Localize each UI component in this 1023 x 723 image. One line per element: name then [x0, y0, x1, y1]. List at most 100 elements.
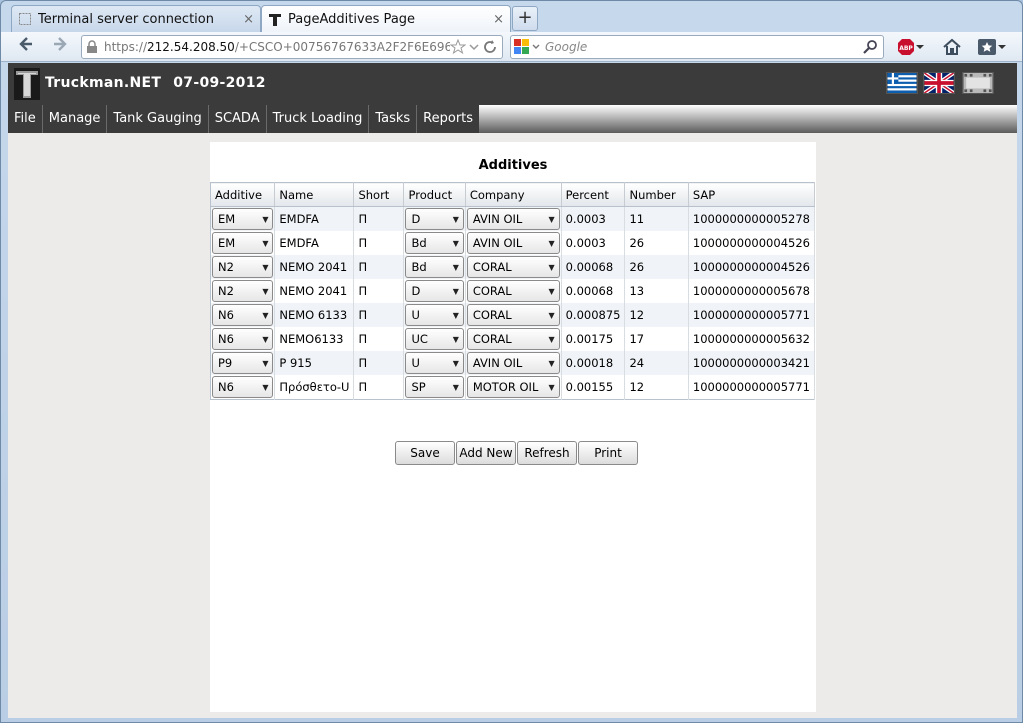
number-cell[interactable]: 26	[624, 255, 689, 279]
name-cell[interactable]: EMDFA	[274, 231, 355, 255]
sap-cell[interactable]: 1000000000005278	[688, 206, 816, 231]
table-row[interactable]: N2 ▼ NEMO 2041 Π Bd ▼ CORAL ▼ 0.00068 26 10…	[210, 255, 816, 279]
dropdown-arrow-icon[interactable]	[468, 41, 480, 53]
name-cell[interactable]: NEMO 2041	[274, 255, 355, 279]
product-combobox[interactable]: U ▼	[405, 352, 464, 374]
menu-truck-loading[interactable]: Truck Loading	[267, 105, 370, 133]
short-cell[interactable]: Π	[353, 375, 405, 400]
name-cell[interactable]: NEMO 6133	[274, 303, 355, 327]
column-header-name[interactable]: Name	[274, 182, 355, 207]
percent-cell[interactable]: 0.000875	[561, 303, 626, 327]
google-search-engine-icon[interactable]	[513, 38, 541, 56]
percent-cell[interactable]: 0.00175	[561, 327, 626, 351]
additive-combobox[interactable]: EM ▼	[212, 208, 274, 230]
tab-close-icon[interactable]: ×	[493, 12, 504, 27]
additive-combobox[interactable]: N6 ▼	[212, 328, 274, 350]
forward-button[interactable]	[49, 36, 71, 58]
url-bar[interactable]: https://212.54.208.50/+CSCO+00756767633A…	[81, 35, 503, 59]
bookmark-star-icon[interactable]	[450, 39, 466, 55]
number-cell[interactable]: 11	[624, 206, 689, 231]
name-cell[interactable]: NEMO6133	[274, 327, 355, 351]
additive-combobox[interactable]: N2 ▼	[212, 280, 274, 302]
percent-cell[interactable]: 0.00068	[561, 279, 626, 303]
menu-tank-gauging[interactable]: Tank Gauging	[107, 105, 209, 133]
product-combobox[interactable]: SP ▼	[405, 376, 464, 398]
menu-reports[interactable]: Reports	[417, 105, 479, 133]
url-text[interactable]: https://212.54.208.50/+CSCO+00756767633A…	[98, 40, 450, 54]
percent-cell[interactable]: 0.00018	[561, 351, 626, 375]
back-button[interactable]	[15, 36, 37, 58]
name-cell[interactable]: Πρόσθετο-U	[274, 375, 355, 400]
tab-close-icon[interactable]: ×	[243, 12, 254, 27]
column-header-additive[interactable]: Additive	[210, 182, 276, 207]
search-bar[interactable]: Google	[510, 35, 884, 59]
table-row[interactable]: N2 ▼ NEMO 2041 Π D ▼ CORAL ▼ 0.00068 13 100…	[210, 279, 816, 303]
table-row[interactable]: N6 ▼ NEMO6133 Π UC ▼ CORAL ▼ 0.00175 17 100…	[210, 327, 816, 351]
number-cell[interactable]: 17	[624, 327, 689, 351]
additive-combobox[interactable]: N2 ▼	[212, 256, 274, 278]
percent-cell[interactable]: 0.00068	[561, 255, 626, 279]
greek-flag-icon[interactable]	[886, 72, 918, 94]
company-combobox[interactable]: AVIN OIL ▼	[466, 232, 560, 254]
product-combobox[interactable]: Bd ▼	[405, 232, 464, 254]
table-row[interactable]: N6 ▼ NEMO 6133 Π U ▼ CORAL ▼ 0.000875 12 10…	[210, 303, 816, 327]
tab-page-additives[interactable]: PageAdditives Page ×	[261, 5, 511, 33]
number-cell[interactable]: 13	[624, 279, 689, 303]
sap-cell[interactable]: 1000000000005678	[688, 279, 816, 303]
company-combobox[interactable]: AVIN OIL ▼	[466, 208, 560, 230]
column-header-sap[interactable]: SAP	[688, 182, 816, 207]
short-cell[interactable]: Π	[353, 231, 405, 255]
company-combobox[interactable]: CORAL ▼	[466, 256, 560, 278]
additive-combobox[interactable]: EM ▼	[212, 232, 274, 254]
short-cell[interactable]: Π	[353, 206, 405, 231]
product-combobox[interactable]: D ▼	[405, 208, 464, 230]
percent-cell[interactable]: 0.00155	[561, 375, 626, 400]
add-new-button[interactable]: Add New	[456, 441, 516, 465]
save-button[interactable]: Save	[395, 441, 455, 465]
table-row[interactable]: EM ▼ EMDFA Π Bd ▼ AVIN OIL ▼ 0.0003 26 1000…	[210, 231, 816, 255]
company-combobox[interactable]: CORAL ▼	[466, 280, 560, 302]
product-combobox[interactable]: Bd ▼	[405, 256, 464, 278]
menu-file[interactable]: File	[8, 105, 43, 133]
additive-combobox[interactable]: N6 ▼	[212, 304, 274, 326]
company-combobox[interactable]: CORAL ▼	[466, 304, 560, 326]
column-header-product[interactable]: Product	[403, 182, 466, 207]
product-combobox[interactable]: UC ▼	[405, 328, 464, 350]
table-row[interactable]: P9 ▼ P 915 Π U ▼ AVIN OIL ▼ 0.00018 24 1000…	[210, 351, 816, 375]
refresh-button[interactable]: Refresh	[517, 441, 577, 465]
column-header-number[interactable]: Number	[624, 182, 689, 207]
home-button[interactable]	[942, 37, 962, 57]
table-row[interactable]: EM ▼ EMDFA Π D ▼ AVIN OIL ▼ 0.0003 11 10000…	[210, 206, 816, 231]
short-cell[interactable]: Π	[353, 351, 405, 375]
number-cell[interactable]: 12	[624, 303, 689, 327]
menu-manage[interactable]: Manage	[43, 105, 108, 133]
menu-tasks[interactable]: Tasks	[369, 105, 418, 133]
product-combobox[interactable]: D ▼	[405, 280, 464, 302]
percent-cell[interactable]: 0.0003	[561, 206, 626, 231]
uk-flag-icon[interactable]	[923, 72, 955, 94]
name-cell[interactable]: NEMO 2041	[274, 279, 355, 303]
sap-cell[interactable]: 1000000000004526	[688, 231, 816, 255]
menu-scada[interactable]: SCADA	[209, 105, 267, 133]
additive-combobox[interactable]: N6 ▼	[212, 376, 274, 398]
column-header-short[interactable]: Short	[353, 182, 405, 207]
additive-combobox[interactable]: P9 ▼	[212, 352, 274, 374]
name-cell[interactable]: P 915	[274, 351, 355, 375]
company-combobox[interactable]: AVIN OIL ▼	[466, 352, 560, 374]
short-cell[interactable]: Π	[353, 279, 405, 303]
number-cell[interactable]: 26	[624, 231, 689, 255]
column-header-percent[interactable]: Percent	[561, 182, 626, 207]
sap-cell[interactable]: 1000000000005771	[688, 303, 816, 327]
short-cell[interactable]: Π	[353, 255, 405, 279]
short-cell[interactable]: Π	[353, 303, 405, 327]
reload-icon[interactable]	[482, 39, 498, 55]
adblock-button[interactable]: ABP	[897, 37, 927, 57]
name-cell[interactable]: EMDFA	[274, 206, 355, 231]
company-combobox[interactable]: MOTOR OIL ▼	[466, 376, 560, 398]
short-cell[interactable]: Π	[353, 327, 405, 351]
percent-cell[interactable]: 0.0003	[561, 231, 626, 255]
sap-cell[interactable]: 1000000000003421	[688, 351, 816, 375]
column-header-company[interactable]: Company	[465, 182, 562, 207]
number-cell[interactable]: 24	[624, 351, 689, 375]
company-combobox[interactable]: CORAL ▼	[466, 328, 560, 350]
